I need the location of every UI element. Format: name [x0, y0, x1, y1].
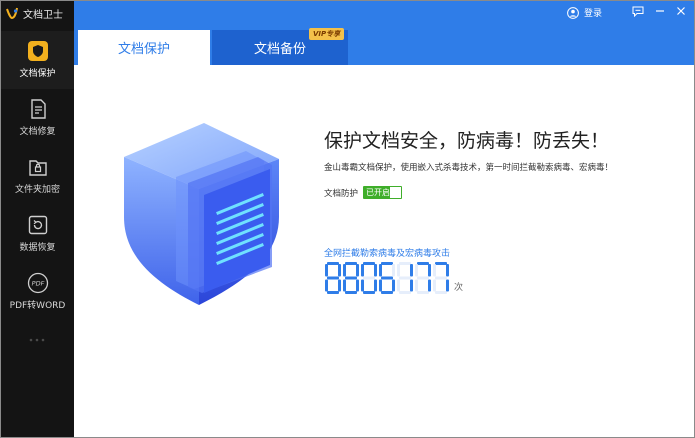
- toggle-knob: [390, 187, 402, 198]
- user-icon: [567, 6, 579, 19]
- minimize-icon: [656, 10, 664, 12]
- sidebar-item-data-recovery[interactable]: 数据恢复: [1, 205, 74, 263]
- app-window: 文档卫士 文档保护 文档修复 文件夹加密 数据恢复 PDF PDF转WORD 登…: [0, 0, 695, 438]
- logo-icon: [6, 7, 18, 20]
- protection-label: 文档防护: [324, 188, 359, 199]
- svg-text:PDF: PDF: [31, 280, 44, 288]
- login-label: 登录: [583, 9, 602, 19]
- counter-unit: 次: [454, 283, 464, 293]
- counter-digit: [379, 262, 395, 294]
- vip-badge: VIP专享: [309, 28, 345, 40]
- protection-setting: 文档防护 已开启: [324, 186, 403, 199]
- protection-toggle[interactable]: 已开启: [363, 186, 403, 199]
- sidebar-item-doc-repair[interactable]: 文档修复: [1, 89, 74, 147]
- topbar: 登录 文档保护 文档备份 VIP专享: [74, 1, 694, 65]
- feedback-icon: [632, 6, 644, 17]
- close-button[interactable]: [673, 4, 689, 18]
- folder-lock-icon: [26, 155, 50, 179]
- sidebar-item-pdf-to-word[interactable]: PDF PDF转WORD: [1, 263, 74, 321]
- counter-digits: [324, 261, 450, 295]
- close-icon: [677, 7, 685, 15]
- tab-label: 文档备份: [253, 42, 306, 57]
- pdf-convert-icon: PDF: [26, 271, 50, 295]
- document-repair-icon: [26, 97, 50, 121]
- main-panel: 保护文档安全，防病毒！防丢失！ 金山毒霸文档保护，使用嵌入式杀毒技术，第一时间拦…: [74, 65, 694, 437]
- feedback-button[interactable]: [630, 4, 646, 18]
- minimize-button[interactable]: [652, 4, 668, 18]
- shield-icon: [26, 39, 50, 63]
- sidebar-item-label: 数据恢复: [19, 243, 56, 253]
- tab-label: 文档保护: [117, 42, 170, 57]
- stat-label: 全网拦截勒索病毒及宏病毒攻击: [324, 249, 451, 259]
- sidebar-item-doc-protect[interactable]: 文档保护: [1, 31, 74, 89]
- toggle-state-text: 已开启: [366, 188, 391, 197]
- sidebar-item-folder-encrypt[interactable]: 文件夹加密: [1, 147, 74, 205]
- tab-doc-protect[interactable]: 文档保护: [78, 30, 210, 65]
- sidebar-item-label: 文件夹加密: [14, 185, 60, 195]
- sidebar: 文档卫士 文档保护 文档修复 文件夹加密 数据恢复 PDF PDF转WORD: [1, 1, 74, 437]
- counter-digit: [325, 262, 341, 294]
- counter-digit: [361, 262, 377, 294]
- counter-digit: [397, 262, 413, 294]
- page-headline: 保护文档安全，防病毒！防丢失！: [324, 130, 610, 152]
- sidebar-item-label: 文档修复: [19, 127, 56, 137]
- app-brand: 文档卫士: [5, 5, 63, 21]
- more-dots-icon: [29, 338, 45, 342]
- sidebar-nav: 文档保护 文档修复 文件夹加密 数据恢复 PDF PDF转WORD: [1, 31, 74, 321]
- sidebar-item-label: PDF转WORD: [9, 301, 66, 311]
- app-title: 文档卫士: [23, 9, 63, 21]
- sidebar-item-label: 文档保护: [19, 69, 56, 79]
- shield-illustration: [124, 123, 279, 305]
- counter-digit: [415, 262, 431, 294]
- attack-counter: 次: [324, 261, 463, 295]
- counter-digit: [343, 262, 359, 294]
- login-button[interactable]: 登录: [567, 6, 602, 19]
- description-text: 金山毒霸文档保护，使用嵌入式杀毒技术，第一时间拦截勒索病毒、宏病毒！: [324, 163, 614, 173]
- restore-icon: [26, 213, 50, 237]
- counter-digit: [433, 262, 449, 294]
